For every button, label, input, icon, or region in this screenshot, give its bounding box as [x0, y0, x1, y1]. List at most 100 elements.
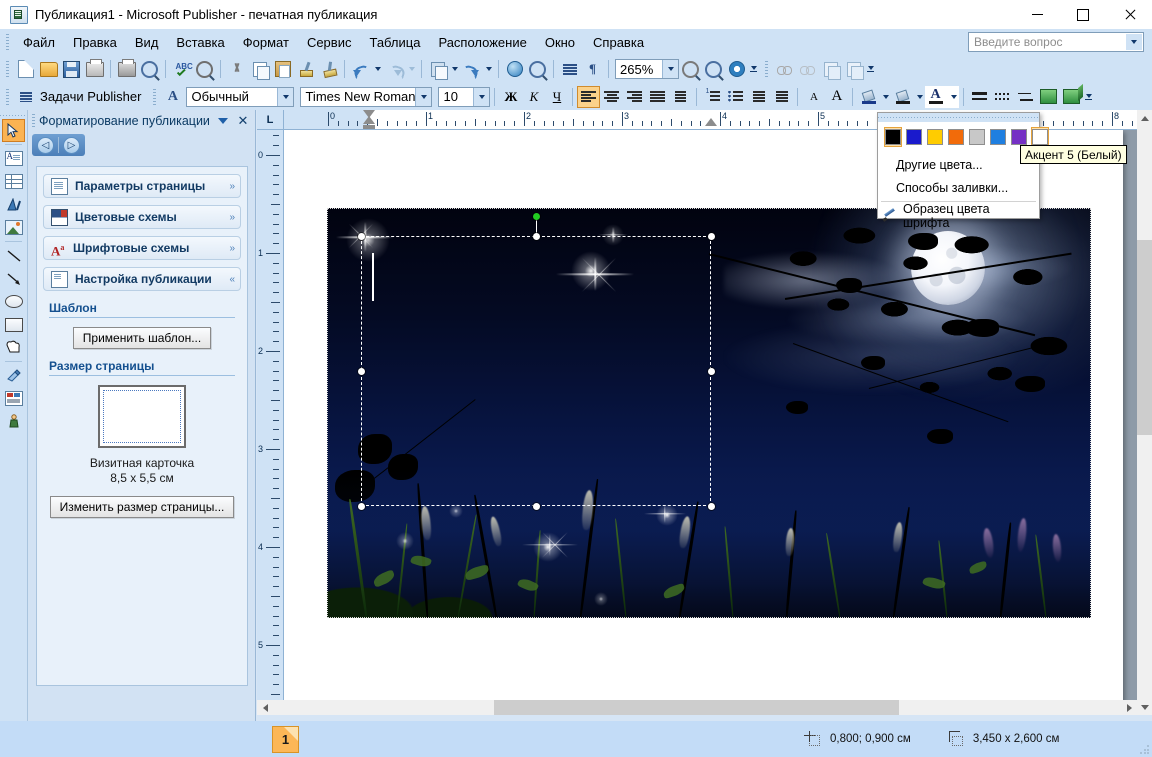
scroll-up-button[interactable]	[1137, 110, 1152, 126]
change-page-size-button[interactable]: Изменить размер страницы...	[49, 496, 235, 518]
line-style-button[interactable]	[968, 86, 991, 108]
minimize-button[interactable]	[1014, 0, 1060, 29]
rotate-button[interactable]	[460, 58, 483, 80]
style-combo[interactable]: Обычный	[186, 86, 295, 107]
resize-handle-n[interactable]	[533, 233, 540, 240]
special-characters-button[interactable]	[558, 58, 581, 80]
close-icon[interactable]: ✕	[235, 113, 251, 129]
research-button[interactable]	[193, 58, 216, 80]
font-color-dropdown[interactable]	[948, 85, 960, 108]
zoom-combo[interactable]: 265%	[615, 59, 679, 79]
menu-edit[interactable]: Правка	[64, 32, 126, 53]
design-checker-button[interactable]	[526, 58, 549, 80]
left-margin-marker[interactable]	[363, 125, 375, 129]
font-size-combo[interactable]: 10	[438, 86, 491, 107]
font-size-dropdown[interactable]	[473, 87, 490, 106]
align-justify-button[interactable]	[646, 86, 669, 108]
italic-button[interactable]: К	[522, 86, 545, 108]
color-swatch-7[interactable]	[1031, 127, 1049, 147]
horizontal-scroll-thumb[interactable]	[494, 700, 899, 715]
menu-window[interactable]: Окно	[536, 32, 584, 53]
spelling-button[interactable]: ABC	[170, 58, 193, 80]
copy-button[interactable]	[248, 58, 271, 80]
select-objects-tool[interactable]	[2, 119, 25, 142]
task-pane-grip[interactable]	[32, 114, 35, 128]
redo-button[interactable]	[383, 58, 406, 80]
scroll-left-button[interactable]	[257, 700, 273, 715]
formatting-toolbar-grip[interactable]	[6, 88, 9, 105]
menu-table[interactable]: Таблица	[360, 32, 429, 53]
cut-button[interactable]	[225, 58, 248, 80]
rotation-handle[interactable]	[533, 213, 540, 220]
publisher-tasks-button[interactable]: Задачи Publisher	[37, 89, 147, 104]
increase-indent-button[interactable]	[770, 86, 793, 108]
publisher-tasks-tool[interactable]	[2, 410, 25, 433]
horizontal-scrollbar[interactable]	[257, 700, 1137, 715]
connect-text-boxes-button[interactable]	[773, 58, 796, 80]
resize-handle-nw[interactable]	[358, 233, 365, 240]
color-swatch-6[interactable]	[1010, 127, 1028, 147]
ruler-corner[interactable]: L	[257, 110, 284, 130]
task-pane-section-publication-options[interactable]: Настройка публикации «	[43, 267, 241, 291]
menu-tools[interactable]: Сервис	[298, 32, 361, 53]
help-button[interactable]	[725, 58, 748, 80]
undo-dropdown[interactable]	[372, 58, 383, 80]
bold-button[interactable]: Ж	[499, 86, 522, 108]
shadow-style-button[interactable]	[1037, 86, 1060, 108]
increase-font-size-button[interactable]: A	[825, 86, 848, 108]
maximize-button[interactable]	[1060, 0, 1106, 29]
more-colors-menu-item[interactable]: Другие цвета...	[878, 153, 1039, 176]
color-swatch-0[interactable]	[884, 127, 902, 147]
redo-dropdown[interactable]	[406, 58, 417, 80]
oval-tool[interactable]	[2, 290, 25, 313]
connect-toolbar-overflow[interactable]	[865, 58, 876, 80]
color-swatch-3[interactable]	[947, 127, 965, 147]
show-marks-button[interactable]: ¶	[581, 58, 604, 80]
vertical-scroll-thumb[interactable]	[1137, 240, 1152, 435]
align-center-button[interactable]	[600, 86, 623, 108]
fill-effects-menu-item[interactable]: Способы заливки...	[878, 176, 1039, 199]
align-right-button[interactable]	[623, 86, 646, 108]
resize-handle-s[interactable]	[533, 503, 540, 510]
style-dropdown[interactable]	[277, 87, 294, 106]
selected-text-box[interactable]	[361, 236, 711, 506]
decrease-indent-button[interactable]	[747, 86, 770, 108]
resize-handle-ne[interactable]	[708, 233, 715, 240]
rectangle-tool[interactable]	[2, 313, 25, 336]
scroll-down-button[interactable]	[1137, 699, 1152, 715]
autoshapes-tool[interactable]	[2, 336, 25, 359]
sample-font-color-menu-item[interactable]: Образец цвета шрифта	[878, 202, 1039, 230]
open-button[interactable]	[37, 58, 60, 80]
standard-toolbar-overflow[interactable]	[748, 58, 759, 80]
font-color-menu[interactable]: Другие цвета... Способы заливки... Образ…	[877, 112, 1049, 230]
color-swatch-4[interactable]	[968, 127, 986, 147]
clear-formatting-button[interactable]	[317, 58, 340, 80]
page-navigation-tab-1[interactable]: 1	[272, 725, 299, 753]
arrow-style-button[interactable]	[1014, 86, 1037, 108]
line-spacing-button[interactable]	[669, 86, 692, 108]
dash-style-button[interactable]	[991, 86, 1014, 108]
fill-color-dropdown[interactable]	[880, 86, 891, 108]
connect-toolbar-grip[interactable]	[765, 61, 768, 77]
page-preview[interactable]	[98, 385, 186, 448]
email-button[interactable]	[83, 58, 106, 80]
font-name-dropdown[interactable]	[415, 87, 432, 106]
color-swatch-1[interactable]	[905, 127, 923, 147]
design-gallery-tool[interactable]	[2, 364, 25, 387]
color-swatch-row[interactable]	[878, 122, 1049, 153]
resize-handle-sw[interactable]	[358, 503, 365, 510]
right-indent-marker[interactable]	[705, 118, 717, 126]
line-tool[interactable]	[2, 244, 25, 267]
zoom-dropdown[interactable]	[662, 60, 678, 78]
paste-button[interactable]	[271, 58, 294, 80]
bring-forward-dropdown[interactable]	[449, 58, 460, 80]
vertical-scrollbar[interactable]	[1137, 110, 1152, 715]
standard-toolbar-grip[interactable]	[6, 61, 9, 77]
arrow-tool[interactable]	[2, 267, 25, 290]
styles-and-formatting-button[interactable]: A	[161, 86, 184, 108]
vertical-ruler[interactable]: 0 1 2 3 4 5	[257, 130, 284, 715]
ask-a-question-dropdown[interactable]	[1126, 34, 1142, 50]
previous-frame-button[interactable]	[819, 58, 842, 80]
menu-grip[interactable]	[6, 34, 9, 50]
bulleted-list-button[interactable]	[724, 86, 747, 108]
